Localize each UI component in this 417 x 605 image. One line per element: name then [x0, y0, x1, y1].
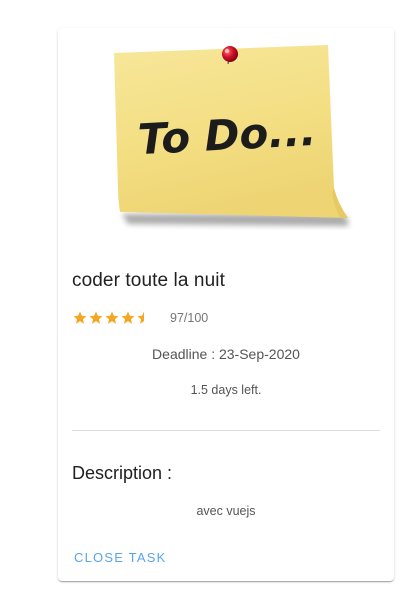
sticky-note-text: To Do... — [137, 106, 318, 164]
star-full-icon[interactable] — [120, 310, 136, 326]
star-half-icon[interactable] — [136, 310, 152, 326]
rating-score: 97/100 — [170, 311, 209, 325]
task-card: To Do... coder toute la nuit 97/100 Dead… — [58, 28, 394, 581]
card-divider — [72, 430, 380, 431]
close-task-button[interactable]: CLOSE TASK — [66, 546, 174, 570]
task-title: coder toute la nuit — [72, 270, 225, 291]
todo-sticky-note-image: To Do... — [58, 28, 394, 242]
task-deadline: Deadline : 23-Sep-2020 — [152, 346, 300, 362]
star-full-icon[interactable] — [88, 310, 104, 326]
star-full-icon[interactable] — [72, 310, 88, 326]
task-days-left: 1.5 days left. — [190, 383, 262, 397]
rating-stars[interactable] — [72, 310, 152, 326]
star-full-icon[interactable] — [104, 310, 120, 326]
task-rating: 97/100 — [72, 309, 208, 327]
description-text: avec vuejs — [196, 504, 256, 518]
description-heading: Description : — [72, 463, 173, 483]
